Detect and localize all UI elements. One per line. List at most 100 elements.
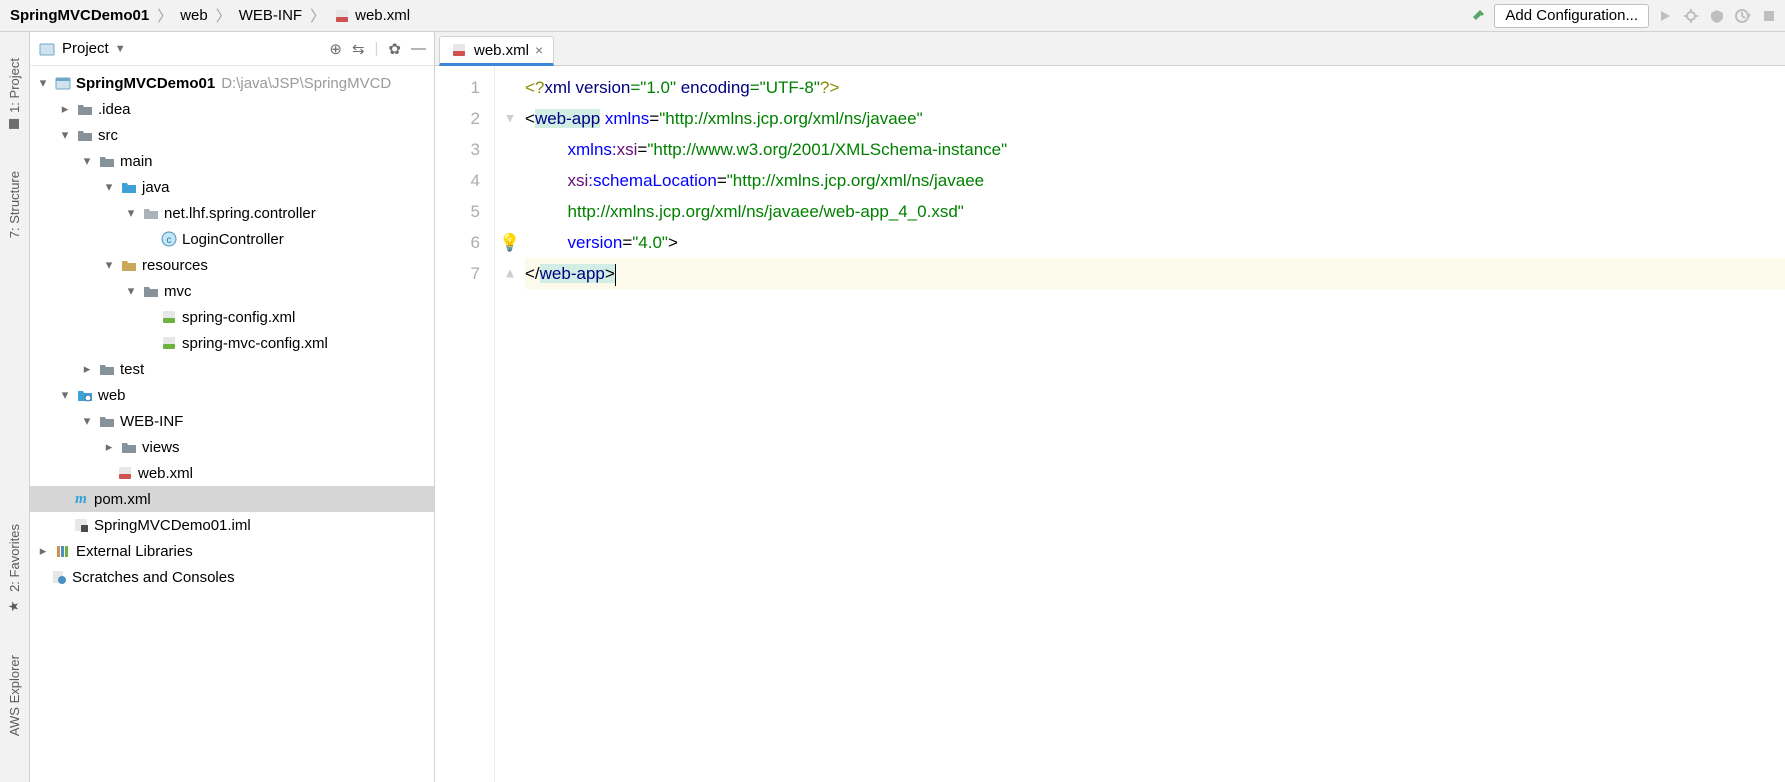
tab-close-icon[interactable]: × bbox=[535, 42, 543, 58]
expand-toggle[interactable] bbox=[124, 205, 138, 221]
editor-tab-webxml[interactable]: web.xml × bbox=[439, 36, 554, 66]
intention-bulb-icon[interactable]: 💡 bbox=[499, 227, 520, 258]
breadcrumb-label: web.xml bbox=[355, 7, 410, 24]
expand-toggle[interactable] bbox=[102, 257, 116, 273]
line-number: 1 bbox=[435, 72, 480, 103]
tree-node-main[interactable]: main bbox=[30, 148, 434, 174]
project-pane-header: Project ▼ ⊕ ⇆ | ✿ — bbox=[30, 32, 434, 66]
breadcrumb-item[interactable]: WEB-INF bbox=[235, 5, 306, 26]
profile-icon[interactable]: ▾ bbox=[1733, 6, 1753, 26]
tree-node-pom[interactable]: m pom.xml bbox=[30, 486, 434, 512]
left-tool-rail: 1: Project 7: Structure ★2: Favorites AW… bbox=[0, 32, 30, 782]
breadcrumb-label: WEB-INF bbox=[239, 7, 302, 24]
expand-toggle[interactable] bbox=[80, 153, 94, 169]
expand-toggle[interactable] bbox=[36, 75, 50, 91]
breadcrumb-item[interactable]: web bbox=[176, 5, 212, 26]
tree-node-mvc[interactable]: mvc bbox=[30, 278, 434, 304]
tree-node-src[interactable]: src bbox=[30, 122, 434, 148]
maven-icon: m bbox=[72, 490, 90, 508]
settings-gear-icon[interactable]: ✿ bbox=[388, 40, 401, 58]
tree-label: test bbox=[120, 361, 144, 378]
gutter-icon-column: 💡 bbox=[495, 66, 525, 782]
project-view-label: Project bbox=[62, 40, 109, 57]
tree-node-webxml[interactable]: web.xml bbox=[30, 460, 434, 486]
breadcrumb-item[interactable]: SpringMVCDemo01 bbox=[6, 5, 153, 26]
tree-node-xml1[interactable]: spring-config.xml bbox=[30, 304, 434, 330]
tool-project[interactable]: 1: Project bbox=[5, 52, 24, 135]
expand-toggle[interactable] bbox=[124, 283, 138, 299]
tree-node-web[interactable]: web bbox=[30, 382, 434, 408]
tool-aws-explorer[interactable]: AWS Explorer bbox=[5, 649, 24, 742]
tree-label: SpringMVCDemo01.iml bbox=[94, 517, 251, 534]
scratches-icon bbox=[50, 568, 68, 586]
tree-node-views[interactable]: views bbox=[30, 434, 434, 460]
stop-icon[interactable] bbox=[1759, 6, 1779, 26]
chevron-down-icon: ▼ bbox=[115, 43, 126, 55]
tree-node-resources[interactable]: resources bbox=[30, 252, 434, 278]
editor-area: web.xml × 1 2 3 4 5 6 7 💡 <?xm bbox=[435, 32, 1785, 782]
folder-icon bbox=[98, 360, 116, 378]
fold-marker-icon[interactable] bbox=[506, 115, 514, 123]
tool-favorites[interactable]: ★2: Favorites bbox=[5, 518, 24, 619]
xml-file-icon bbox=[333, 7, 351, 25]
run-icon[interactable] bbox=[1655, 6, 1675, 26]
project-view-selector[interactable]: Project ▼ bbox=[38, 40, 323, 58]
tree-label: WEB-INF bbox=[120, 413, 183, 430]
tree-node-java[interactable]: java bbox=[30, 174, 434, 200]
tree-node-test[interactable]: test bbox=[30, 356, 434, 382]
tree-label: java bbox=[142, 179, 170, 196]
tree-label: .idea bbox=[98, 101, 131, 118]
tree-node-xml2[interactable]: spring-mvc-config.xml bbox=[30, 330, 434, 356]
toolbar-right: Add Configuration... ▾ bbox=[1468, 4, 1779, 28]
expand-toggle[interactable] bbox=[80, 361, 94, 377]
svg-text:c: c bbox=[167, 235, 172, 246]
tree-node-extlib[interactable]: External Libraries bbox=[30, 538, 434, 564]
build-hammer-icon[interactable] bbox=[1468, 6, 1488, 26]
tree-label: spring-config.xml bbox=[182, 309, 295, 326]
tree-node-class[interactable]: c LoginController bbox=[30, 226, 434, 252]
tree-label: net.lhf.spring.controller bbox=[164, 205, 316, 222]
add-configuration-button[interactable]: Add Configuration... bbox=[1494, 4, 1649, 28]
tree-node-scratches[interactable]: Scratches and Consoles bbox=[30, 564, 434, 590]
run-with-coverage-icon[interactable] bbox=[1707, 6, 1727, 26]
expand-toggle[interactable] bbox=[58, 101, 72, 117]
expand-toggle[interactable] bbox=[102, 179, 116, 195]
project-icon bbox=[38, 40, 56, 58]
code-editor[interactable]: 1 2 3 4 5 6 7 💡 <?xml version="1.0" enco… bbox=[435, 66, 1785, 782]
chevron-right-icon: 〉 bbox=[157, 5, 172, 26]
expand-toggle[interactable] bbox=[36, 543, 50, 559]
tree-label: resources bbox=[142, 257, 208, 274]
expand-toggle[interactable] bbox=[80, 413, 94, 429]
resources-folder-icon bbox=[120, 256, 138, 274]
tree-node-idea[interactable]: .idea bbox=[30, 96, 434, 122]
tool-structure[interactable]: 7: Structure bbox=[5, 165, 24, 244]
tree-node-iml[interactable]: SpringMVCDemo01.iml bbox=[30, 512, 434, 538]
tree-root[interactable]: SpringMVCDemo01D:\java\JSP\SpringMVCD bbox=[30, 70, 434, 96]
expand-all-icon[interactable]: ⇆ bbox=[352, 40, 365, 58]
module-icon bbox=[54, 74, 72, 92]
tool-label: 2: Favorites bbox=[7, 524, 22, 592]
tool-label: 1: Project bbox=[7, 58, 22, 113]
line-number: 7 bbox=[435, 258, 480, 289]
tool-label: 7: Structure bbox=[7, 171, 22, 238]
line-number: 5 bbox=[435, 196, 480, 227]
folder-icon bbox=[98, 412, 116, 430]
expand-toggle[interactable] bbox=[58, 387, 72, 403]
tree-node-package[interactable]: net.lhf.spring.controller bbox=[30, 200, 434, 226]
breadcrumb-item[interactable]: web.xml bbox=[329, 5, 414, 27]
tree-label: main bbox=[120, 153, 153, 170]
line-number: 2 bbox=[435, 103, 480, 134]
hide-icon[interactable]: — bbox=[411, 40, 426, 58]
fold-marker-icon[interactable] bbox=[506, 270, 514, 278]
tree-node-webinf[interactable]: WEB-INF bbox=[30, 408, 434, 434]
expand-toggle[interactable] bbox=[58, 127, 72, 143]
package-icon bbox=[142, 204, 160, 222]
code-content[interactable]: <?xml version="1.0" encoding="UTF-8"?> <… bbox=[525, 66, 1785, 782]
web-folder-icon bbox=[76, 386, 94, 404]
line-number: 6 bbox=[435, 227, 480, 258]
project-tree[interactable]: SpringMVCDemo01D:\java\JSP\SpringMVCD .i… bbox=[30, 66, 434, 782]
xml-file-icon bbox=[116, 464, 134, 482]
debug-icon[interactable] bbox=[1681, 6, 1701, 26]
expand-toggle[interactable] bbox=[102, 439, 116, 455]
locate-icon[interactable]: ⊕ bbox=[329, 40, 342, 58]
